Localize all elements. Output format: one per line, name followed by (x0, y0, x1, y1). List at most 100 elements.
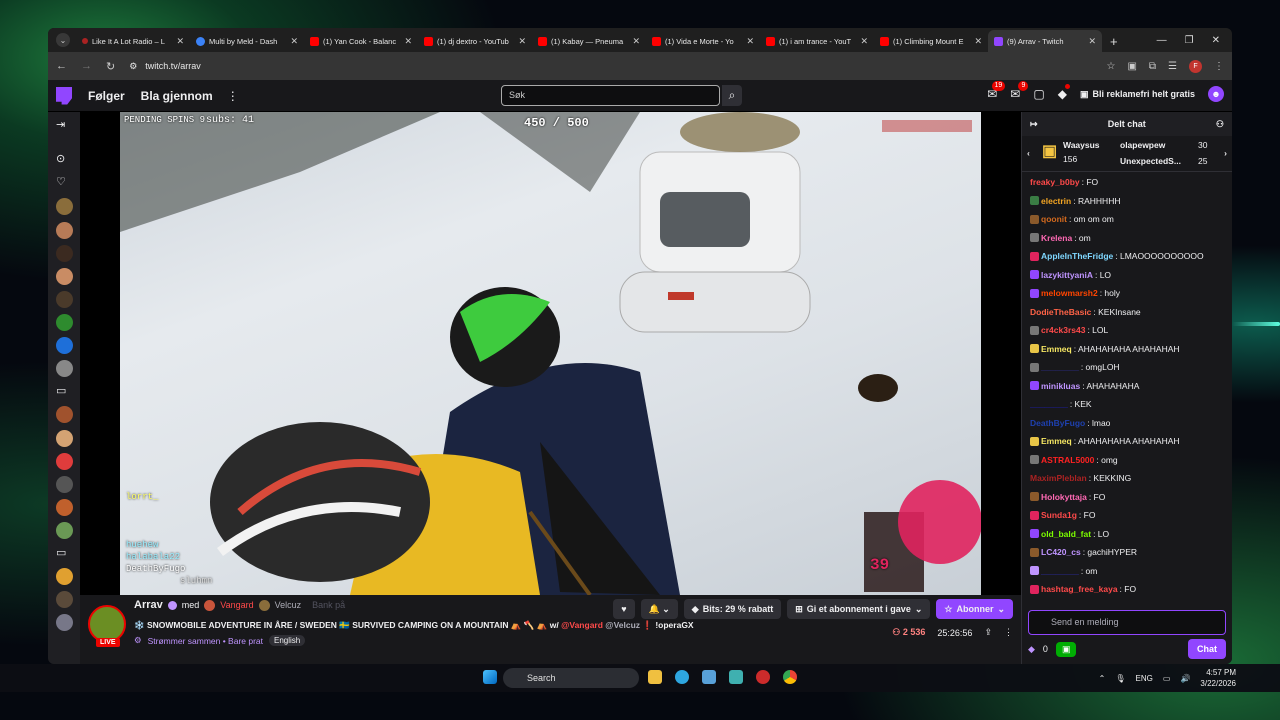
inbox-icon[interactable]: ✉ 19 (987, 81, 1006, 101)
clock[interactable]: 4:57 PM 3/22/2026 (1200, 667, 1236, 689)
browser-tab[interactable]: (1) Kabay — Pneuma ✕ (532, 30, 646, 52)
chat-username[interactable]: MaximPleblan (1030, 473, 1087, 483)
gift-sub-button[interactable]: ⊞ Gi et abonnement i gave ⌄ (787, 599, 931, 619)
chat-username[interactable]: Emmeq (1041, 436, 1072, 446)
stream-together-text[interactable]: Strømmer sammen • Bare prat (148, 636, 263, 646)
chat-input[interactable]: Send en melding (1028, 610, 1226, 635)
sidebar-channel-avatar[interactable] (56, 591, 73, 608)
volume-icon[interactable]: 🔊 (1180, 674, 1190, 683)
sidebar-channel-avatar[interactable] (56, 337, 73, 354)
restore-icon[interactable]: ❐ (1185, 35, 1194, 46)
windows-start-icon[interactable] (483, 670, 497, 684)
chat-username[interactable]: lazykittyaniA (1041, 270, 1093, 280)
chat-username[interactable]: freaky_b0by (1030, 177, 1080, 187)
chat-username[interactable]: old_bald_fat (1041, 529, 1091, 539)
chat-badge-icon[interactable] (1030, 270, 1039, 280)
site-info-icon[interactable]: ⚙ (129, 61, 137, 72)
chrome-icon[interactable] (783, 670, 797, 684)
sidebar-channel-avatar[interactable] (56, 245, 73, 262)
extensions-icon[interactable]: ⧉ (1149, 61, 1156, 72)
user-avatar[interactable]: ☻ (1208, 86, 1224, 102)
chat-username[interactable]: ________ (1041, 566, 1079, 576)
sidebar-channel-avatar[interactable] (56, 291, 73, 308)
nav-following[interactable]: Følger (88, 89, 125, 103)
back-icon[interactable]: ← (56, 60, 67, 72)
chat-username[interactable]: minikluas (1041, 381, 1080, 391)
chat-badge-icon[interactable] (1030, 455, 1039, 465)
chat-badge-icon[interactable] (1030, 196, 1039, 206)
search-input[interactable]: Søk (501, 85, 720, 106)
language-indicator[interactable]: ENG (1136, 674, 1153, 683)
bookmark-star-icon[interactable]: ☆ (1106, 61, 1115, 72)
stream-title-mention[interactable]: @Vangard (561, 620, 603, 630)
following-icon[interactable]: ⊙ (56, 152, 65, 165)
leaderboard-prev-icon[interactable]: ‹ (1027, 148, 1030, 158)
more-icon[interactable]: ⋮ (227, 89, 239, 103)
notification-bell-button[interactable]: 🔔 ⌄ (640, 599, 678, 619)
browser-tab[interactable]: (1) Vida e Morte - Yo ✕ (646, 30, 760, 52)
forward-icon[interactable]: → (81, 60, 92, 72)
crown-icon[interactable]: ◆ (1058, 84, 1070, 101)
browser-tab[interactable]: (1) Climbing Mount E ✕ (874, 30, 988, 52)
share-icon[interactable]: ⇪ (984, 627, 992, 638)
sidebar-channel-avatar[interactable] (56, 499, 73, 516)
notifications-icon[interactable]: ✉ 9 (1010, 81, 1029, 101)
sidebar-channel-avatar[interactable] (56, 476, 73, 493)
tab-close-icon[interactable]: ✕ (632, 36, 640, 47)
tab-close-icon[interactable]: ✕ (746, 36, 754, 47)
leaderboard-next-icon[interactable]: › (1224, 148, 1227, 158)
chat-send-button[interactable]: Chat (1188, 639, 1226, 659)
chat-badge-icon[interactable] (1030, 381, 1039, 391)
edge-icon[interactable] (675, 670, 689, 684)
subscribe-button[interactable]: ☆ Abonner ⌄ (936, 599, 1013, 619)
chat-username[interactable]: ________ (1041, 362, 1079, 372)
opera-gx-icon[interactable] (756, 670, 770, 684)
collab-vangard[interactable]: Vangard (220, 600, 253, 610)
chat-username[interactable]: cr4ck3rs43 (1041, 325, 1085, 335)
taskbar-search[interactable]: Search (503, 668, 639, 688)
collab-knock[interactable]: Bank på (312, 600, 345, 610)
new-tab-button[interactable]: + (1110, 34, 1118, 49)
chat-username[interactable]: DeathByFugo (1030, 418, 1085, 428)
collapse-sidebar-icon[interactable]: ⇥ (56, 118, 65, 131)
chat-badge-icon[interactable] (1030, 510, 1039, 520)
chat-username[interactable]: Krelena (1041, 233, 1072, 243)
browser-menu-icon[interactable]: ⋮ (1214, 61, 1224, 72)
sidebar-channel-avatar[interactable] (56, 268, 73, 285)
tab-close-icon[interactable]: ✕ (974, 36, 982, 47)
twitch-logo[interactable] (56, 86, 72, 105)
browser-tab[interactable]: Multi by Meld - Dash ✕ (190, 30, 304, 52)
bits-button[interactable]: ◆ Bits: 29 % rabatt (683, 599, 782, 619)
chat-username[interactable]: qoonit (1041, 214, 1067, 224)
channel-points-icon[interactable]: ◆ (1028, 644, 1035, 655)
address-bar[interactable]: ⚙ twitch.tv/arrav (129, 61, 201, 72)
sidebar-channel-avatar[interactable] (56, 614, 73, 631)
minimize-icon[interactable]: — (1157, 35, 1167, 46)
nav-browse[interactable]: Bla gjennom (141, 89, 213, 103)
chat-username[interactable]: DodieTheBasic (1030, 307, 1091, 317)
sidebar-channel-avatar[interactable] (56, 522, 73, 539)
chat-username[interactable]: ASTRAL5000 (1041, 455, 1094, 465)
video-icon[interactable]: ▭ (56, 384, 66, 397)
tray-chevron-icon[interactable]: ⌃ (1099, 674, 1106, 683)
heart-icon[interactable]: ♡ (56, 175, 66, 188)
sidebar-channel-avatar[interactable] (56, 406, 73, 423)
sidebar-channel-avatar[interactable] (56, 222, 73, 239)
chat-badge-icon[interactable] (1030, 584, 1039, 594)
video-icon[interactable]: ▭ (56, 546, 66, 559)
language-tag[interactable]: English (269, 635, 306, 646)
chat-username[interactable]: Emmeq (1041, 344, 1072, 354)
more-options-icon[interactable]: ⋮ (1004, 627, 1013, 638)
chat-badge-icon[interactable] (1030, 547, 1039, 557)
chat-badge-icon[interactable] (1030, 288, 1039, 298)
microphone-icon[interactable]: 🎙 (1115, 674, 1125, 683)
ad-free-button[interactable]: ▣ Bli reklamefri helt gratis (1080, 89, 1195, 100)
sidebar-channel-avatar[interactable] (56, 360, 73, 377)
chat-badge-icon[interactable] (1030, 344, 1039, 354)
browser-tab[interactable]: Like It A Lot Radio – L ✕ (76, 30, 190, 52)
chat-username[interactable]: AppleInTheFridge (1041, 251, 1113, 261)
app-icon[interactable] (729, 670, 743, 684)
sidebar-channel-avatar[interactable] (56, 453, 73, 470)
chat-username[interactable]: ________ (1030, 399, 1068, 409)
chat-username[interactable]: melowmarsh2 (1041, 288, 1098, 298)
